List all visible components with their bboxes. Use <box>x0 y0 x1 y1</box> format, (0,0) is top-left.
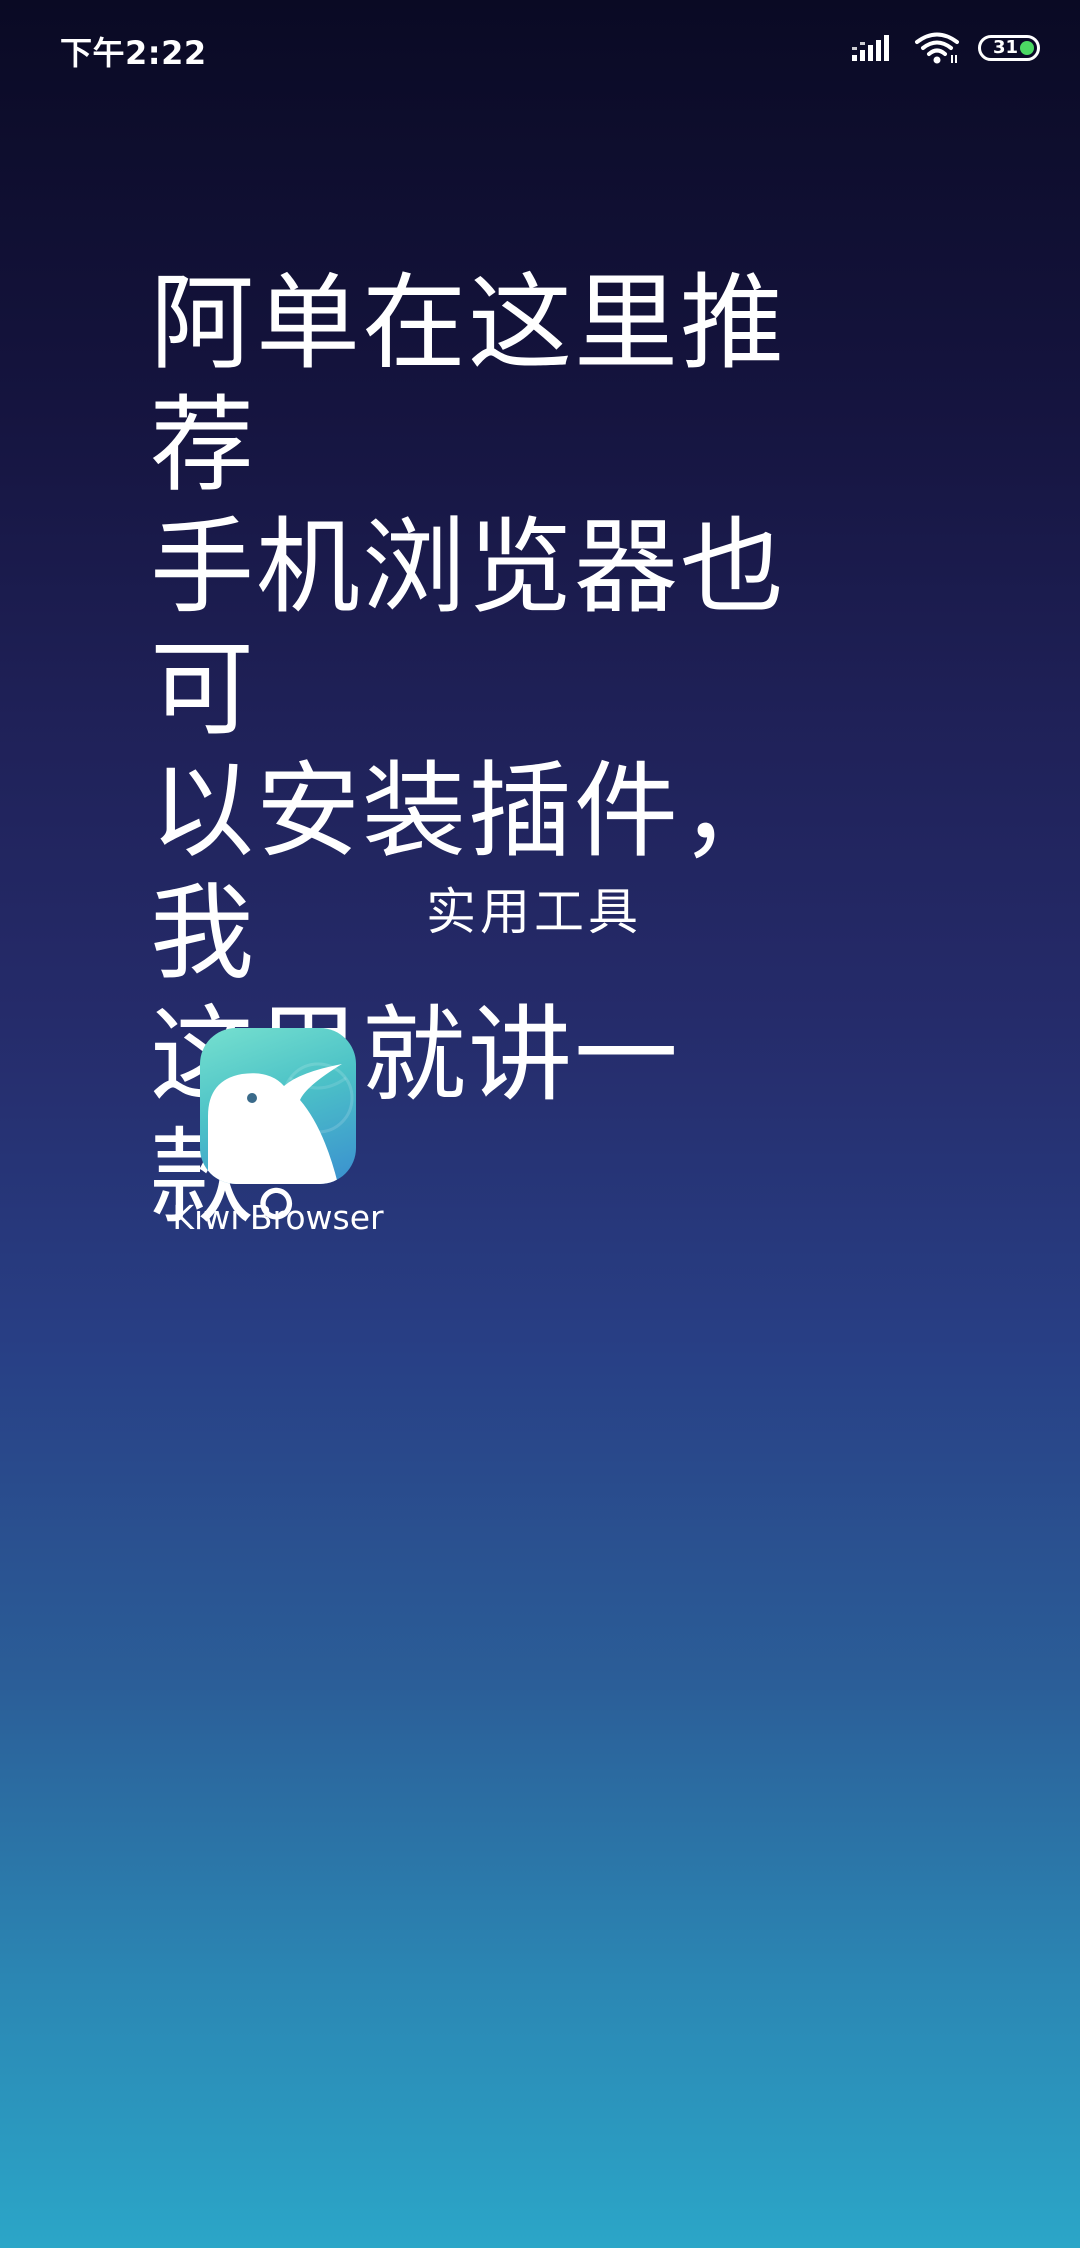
kiwi-browser-icon[interactable] <box>200 1028 356 1184</box>
battery-icon: 31 <box>978 35 1040 61</box>
status-icons: 31 <box>852 28 1040 68</box>
headline-line-2: 手机浏览器也可 <box>150 506 787 750</box>
headline-line-1: 阿单在这里推荐 <box>150 262 787 506</box>
app-label: Kiwi Browser <box>172 1198 384 1237</box>
battery-level-indicator <box>1020 41 1034 55</box>
status-time: 下午2:22 <box>60 34 207 72</box>
battery-percentage: 31 <box>993 37 1019 58</box>
status-bar: 下午2:22 31 <box>0 0 1080 96</box>
app-tile-kiwi-browser[interactable]: Kiwi Browser <box>160 1028 396 1237</box>
wifi-icon <box>914 31 960 65</box>
signal-icon <box>852 33 896 63</box>
folder-title[interactable]: 实用工具 <box>0 872 1068 944</box>
